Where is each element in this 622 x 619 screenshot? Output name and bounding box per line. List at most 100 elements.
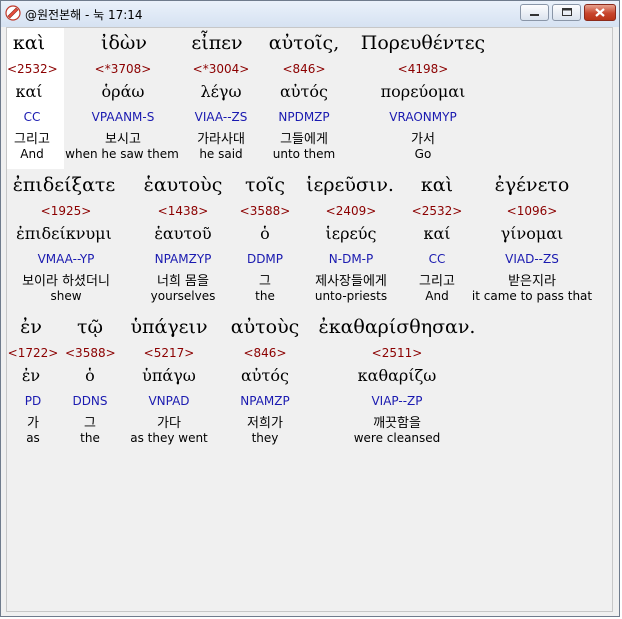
strong-number: <846>	[243, 346, 287, 360]
english-gloss: when he saw them	[65, 147, 179, 161]
lemma: ὁ	[260, 224, 270, 243]
korean-gloss: 제사장들에게	[315, 274, 387, 289]
parsing-code: CC	[428, 252, 446, 266]
english-gloss: they	[251, 431, 279, 445]
greek-word: ἑαυτοὺς	[143, 174, 223, 196]
strong-number: <2511>	[371, 346, 423, 360]
parsing-code: CC	[23, 110, 41, 124]
strong-number: <5217>	[143, 346, 195, 360]
english-gloss: were cleansed	[353, 431, 441, 445]
korean-gloss: 그들에게	[280, 132, 328, 147]
english-gloss: he said	[199, 147, 243, 161]
lemma: καθαρίζω	[357, 366, 437, 385]
parsing-code: PD	[24, 394, 42, 408]
strong-number: <1925>	[40, 204, 92, 218]
lemma: καί	[15, 82, 43, 101]
lemma: καί	[423, 224, 451, 243]
parsing-code: VIAA--ZS	[194, 110, 248, 124]
korean-gloss: 가라사대	[197, 132, 245, 147]
english-gloss: And	[20, 147, 44, 161]
lemma: γίνομαι	[500, 224, 564, 243]
strong-number: <3588>	[65, 346, 116, 360]
greek-word: ἐκαθαρίσθησαν.	[318, 316, 476, 338]
greek-word: καὶ	[12, 32, 46, 54]
greek-word: τῷ	[76, 316, 103, 338]
parsing-code: VNPAD	[148, 394, 190, 408]
greek-word: αὐτοῖς,	[268, 32, 340, 54]
korean-gloss: 보시고	[105, 132, 141, 147]
interlinear-panel: καὶ <2532> καί CC 그리고 And ἰδὼν <*3708> ὁ…	[6, 27, 613, 612]
greek-word: Πορευθέντες	[360, 32, 486, 54]
title-bar[interactable]: @원전본해 - 눅 17:14	[1, 1, 619, 27]
korean-gloss: 가서	[411, 132, 435, 147]
greek-word: εἶπεν	[191, 32, 243, 54]
korean-gloss: 깨끗함을	[373, 416, 421, 431]
parsing-code: VRAONMYP	[389, 110, 457, 124]
app-icon	[5, 5, 21, 21]
english-gloss: unto-priests	[314, 289, 388, 303]
strong-number: <2532>	[411, 204, 463, 218]
english-gloss: shew	[50, 289, 82, 303]
window-title: @원전본해 - 눅 17:14	[25, 8, 143, 22]
greek-word: καὶ	[420, 174, 454, 196]
greek-word: αὐτοὺς	[230, 316, 300, 338]
parsing-code: NPAMZP	[240, 394, 290, 408]
parsing-code: VIAD--ZS	[505, 252, 559, 266]
greek-word: ἐγένετο	[494, 174, 570, 196]
english-gloss: Go	[414, 147, 432, 161]
strong-number: <1096>	[506, 204, 558, 218]
korean-gloss: 저희가	[247, 416, 283, 431]
strong-number: <*3004>	[192, 62, 250, 76]
greek-word: ὑπάγειν	[130, 316, 208, 338]
parsing-code: NPDMZP	[278, 110, 330, 124]
korean-gloss: 가	[27, 416, 39, 431]
strong-number: <4198>	[397, 62, 449, 76]
korean-gloss: 그	[259, 274, 271, 289]
korean-gloss: 보이라 하셨더니	[22, 274, 110, 289]
korean-gloss: 가다	[157, 416, 181, 431]
english-gloss: as	[26, 431, 40, 445]
parsing-code: VIAP--ZP	[371, 394, 423, 408]
lemma: ἐπιδείκνυμι	[16, 224, 112, 243]
korean-gloss: 그리고	[419, 274, 455, 289]
strong-number: <3588>	[239, 204, 291, 218]
lemma: ἐν	[21, 366, 41, 385]
strong-number: <2409>	[325, 204, 377, 218]
lemma: ὁ	[85, 366, 95, 385]
parsing-code: DDMP	[246, 252, 284, 266]
english-gloss: it came to pass that	[471, 289, 593, 303]
lemma: λέγω	[200, 82, 242, 101]
korean-gloss: 받은지라	[508, 274, 556, 289]
lemma: ἑαυτοῦ	[154, 224, 212, 243]
greek-word: ἰδὼν	[101, 32, 147, 54]
english-gloss: the	[255, 289, 275, 303]
strong-number: <846>	[282, 62, 326, 76]
parsing-code: N-DM-P	[328, 252, 374, 266]
greek-word: ἱερεῦσιν.	[306, 174, 394, 196]
parsing-code: VPAANM-S	[91, 110, 155, 124]
korean-gloss: 너희 몸을	[157, 274, 209, 289]
lemma: ὑπάγω	[142, 366, 196, 385]
strong-number: <1438>	[157, 204, 209, 218]
app-window: @원전본해 - 눅 17:14 καὶ <2532> καί CC 그리고 An…	[0, 0, 620, 617]
korean-gloss: 그리고	[14, 132, 50, 147]
lemma: πορεύομαι	[380, 82, 466, 101]
strong-number: <2532>	[7, 62, 58, 76]
greek-word: τοῖς	[244, 174, 286, 196]
lemma: ὁράω	[101, 82, 145, 101]
english-gloss: as they went	[130, 431, 208, 445]
minimize-button[interactable]	[520, 4, 549, 21]
parsing-code: NPAMZYP	[154, 252, 212, 266]
greek-word: ἐν	[20, 316, 42, 338]
english-gloss: the	[80, 431, 100, 445]
parsing-code: VMAA--YP	[37, 252, 95, 266]
korean-gloss: 그	[84, 416, 96, 431]
lemma: αὐτός	[280, 82, 328, 101]
strong-number: <*3708>	[94, 62, 152, 76]
english-gloss: yourselves	[150, 289, 216, 303]
parsing-code: DDNS	[72, 394, 108, 408]
close-button[interactable]	[584, 4, 616, 21]
lemma: ἱερεύς	[325, 224, 377, 243]
english-gloss: And	[425, 289, 449, 303]
maximize-button[interactable]	[552, 4, 581, 21]
